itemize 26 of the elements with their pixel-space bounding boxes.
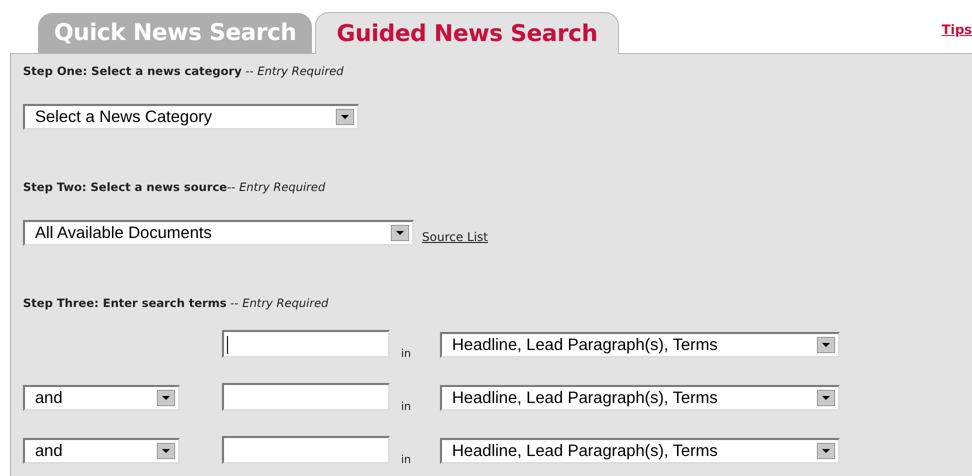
tab[interactable]: Guided News Search — [315, 12, 619, 54]
in-label: in — [401, 453, 412, 466]
search-term-field[interactable] — [222, 383, 390, 411]
dropdown-arrow-icon — [817, 390, 835, 406]
dropdown-arrow-icon — [157, 390, 175, 406]
dropdown-arrow-icon — [391, 225, 409, 241]
dropdown[interactable]: Select a News Category — [23, 104, 359, 130]
dropdown[interactable]: Headline, Lead Paragraph(s), Terms — [440, 438, 840, 464]
in-label: in — [401, 347, 412, 360]
dropdown[interactable]: and — [23, 385, 180, 411]
dropdown[interactable]: Headline, Lead Paragraph(s), Terms — [440, 385, 840, 411]
dropdown[interactable]: All Available Documents — [23, 220, 414, 246]
step-heading: Step Two: Select a news source-- Entry Required — [23, 180, 326, 196]
dropdown[interactable]: Headline, Lead Paragraph(s), Terms — [440, 332, 840, 358]
tips-link[interactable]: Tips — [942, 23, 972, 38]
step-heading: Step Three: Enter search terms -- Entry Required — [23, 296, 330, 312]
in-label: in — [401, 400, 412, 413]
dropdown-arrow-icon — [157, 443, 175, 459]
step-heading: Step One: Select a news category -- Entry Required — [23, 64, 345, 80]
search-term-field[interactable] — [222, 436, 390, 464]
search-term-field[interactable] — [222, 330, 390, 358]
source-list-link[interactable]: Source List — [422, 230, 488, 244]
dropdown-arrow-icon — [817, 443, 835, 459]
dropdown-arrow-icon — [817, 337, 835, 353]
dropdown-arrow-icon — [336, 109, 354, 125]
dropdown[interactable]: and — [23, 438, 180, 464]
